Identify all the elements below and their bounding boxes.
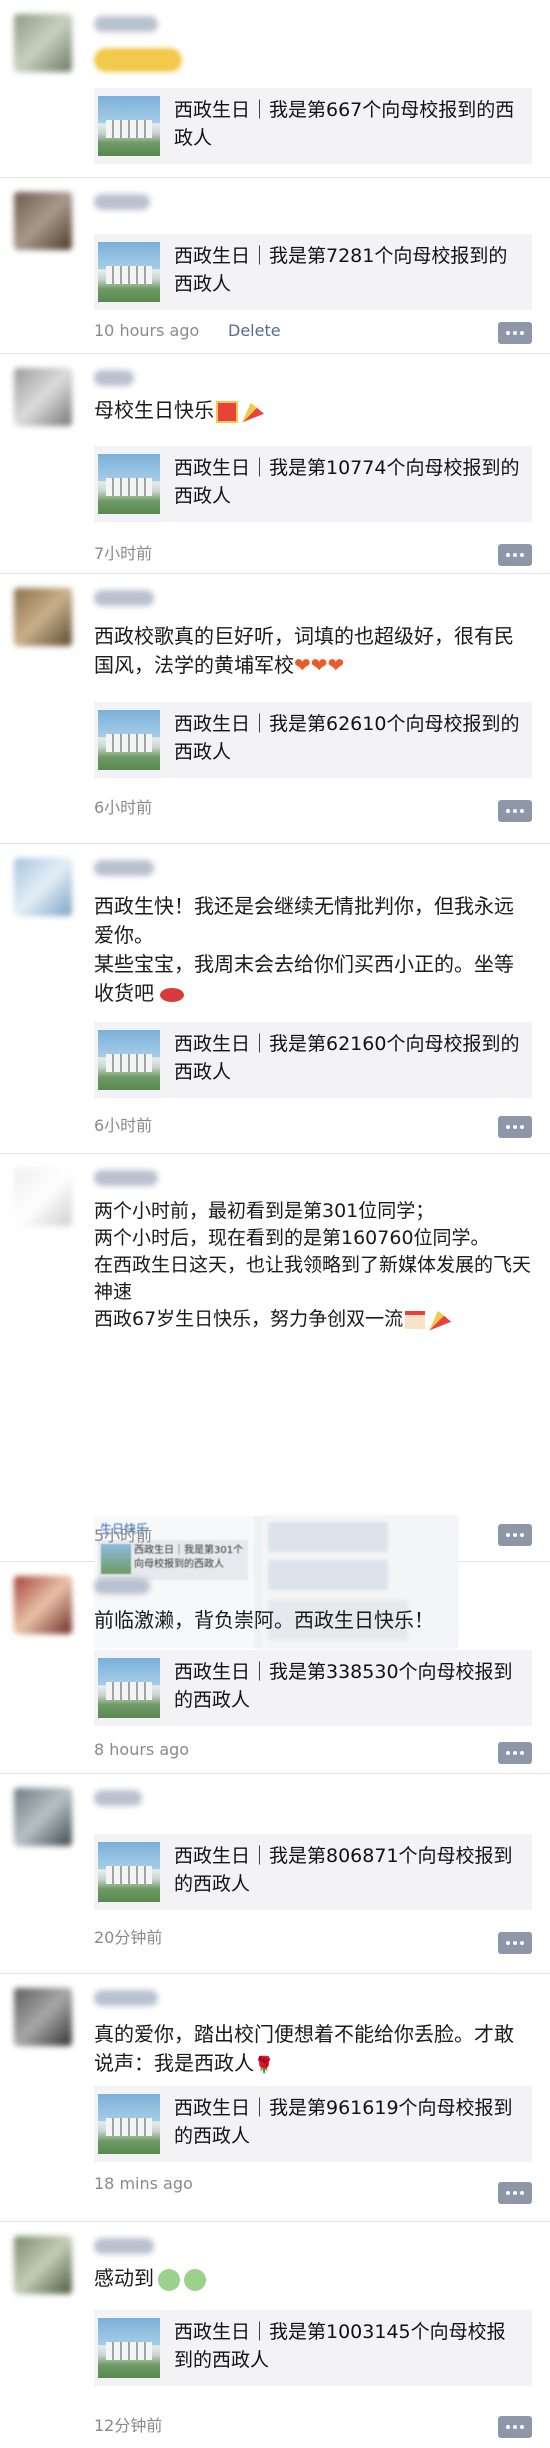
- post-text: 感动到: [94, 2264, 532, 2293]
- card-title: 西政生日｜我是第10774个向母校报到的西政人: [174, 457, 520, 507]
- shared-link-card[interactable]: 西政生日｜我是第1003145个向母校报到的西政人: [94, 2310, 532, 2386]
- post-1: 西政生日｜我是第7281个向母校报到的西政人 10 hours ago Dele…: [0, 178, 550, 354]
- username-blurred[interactable]: [94, 194, 150, 210]
- post-9: 感动到 西政生日｜我是第1003145个向母校报到的西政人 12分钟前: [0, 2222, 550, 2448]
- card-title: 西政生日｜我是第961619个向母校报到的西政人: [174, 2097, 513, 2147]
- reaction-emojis-blurred: [94, 48, 182, 72]
- timestamp: 5小时前: [94, 1526, 153, 1545]
- post-2: 母校生日快乐 西政生日｜我是第10774个向母校报到的西政人 7小时前: [0, 354, 550, 574]
- card-title: 西政生日｜我是第667个向母校报到的西政人: [174, 99, 515, 149]
- more-options-button[interactable]: [498, 1932, 532, 1954]
- username-blurred[interactable]: [94, 370, 134, 386]
- rose-emoji: 🌹: [254, 2055, 274, 2074]
- campus-thumbnail: [98, 1030, 160, 1090]
- timestamp: 10 hours ago: [94, 321, 200, 340]
- avatar[interactable]: [14, 2236, 72, 2294]
- more-options-button[interactable]: [498, 1116, 532, 1138]
- shared-link-card[interactable]: 西政生日｜我是第961619个向母校报到的西政人: [94, 2086, 532, 2162]
- card-title: 西政生日｜我是第338530个向母校报到的西政人: [174, 1661, 513, 1711]
- username-blurred[interactable]: [94, 2238, 154, 2254]
- campus-thumbnail: [98, 242, 160, 302]
- timestamp: 7小时前: [94, 544, 153, 563]
- timestamp: 6小时前: [94, 1116, 153, 1135]
- avatar[interactable]: [14, 1168, 72, 1226]
- more-options-button[interactable]: [498, 544, 532, 566]
- post-text: 母校生日快乐: [94, 396, 532, 425]
- post-8: 真的爱你，踏出校门便想着不能给你丢脸。才敢说声：我是西政人🌹 西政生日｜我是第9…: [0, 1974, 550, 2222]
- post-6: 前临激濑，背负崇阿。西政生日快乐！ 西政生日｜我是第338530个向母校报到的西…: [0, 1562, 550, 1774]
- post-text: 前临激濑，背负崇阿。西政生日快乐！: [94, 1608, 434, 1632]
- shared-link-card[interactable]: 西政生日｜我是第7281个向母校报到的西政人: [94, 234, 532, 310]
- more-options-button[interactable]: [498, 322, 532, 344]
- card-title: 西政生日｜我是第806871个向母校报到的西政人: [174, 1845, 513, 1895]
- avatar[interactable]: [14, 1988, 72, 2046]
- card-title: 西政生日｜我是第62160个向母校报到的西政人: [174, 1033, 520, 1083]
- shared-link-card[interactable]: 西政生日｜我是第338530个向母校报到的西政人: [94, 1650, 532, 1726]
- username-blurred[interactable]: [94, 1990, 158, 2006]
- more-options-button[interactable]: [498, 2416, 532, 2438]
- campus-thumbnail: [98, 2318, 160, 2378]
- screenshot-blur-block: [268, 1522, 388, 1552]
- shared-link-card[interactable]: 西政生日｜我是第667个向母校报到的西政人: [94, 88, 532, 164]
- timestamp: 12分钟前: [94, 2416, 163, 2435]
- post-text: 真的爱你，踏出校门便想着不能给你丢脸。才敢说声：我是西政人🌹: [94, 2022, 514, 2075]
- card-title: 西政生日｜我是第62610个向母校报到的西政人: [174, 713, 520, 763]
- party-popper-emoji: [242, 402, 264, 423]
- card-title: 西政生日｜我是第1003145个向母校报到的西政人: [174, 2321, 506, 2371]
- avatar[interactable]: [14, 858, 72, 916]
- post-5: 两个小时前，最初看到是第301位同学； 两个小时后，现在看到的是第160760位…: [0, 1154, 550, 1648]
- shared-link-card[interactable]: 西政生日｜我是第62610个向母校报到的西政人: [94, 702, 532, 778]
- more-options-button[interactable]: [498, 800, 532, 822]
- post-4: 西政生快！我还是会继续无情批判你，但我永远爱你。 某些宝宝，我周末会去给你们买西…: [0, 844, 550, 1154]
- campus-thumbnail: [98, 1658, 160, 1718]
- timestamp: 18 mins ago: [94, 2174, 193, 2193]
- party-popper-emoji: [429, 1310, 452, 1331]
- campus-thumbnail: [98, 96, 160, 156]
- username-blurred[interactable]: [94, 590, 154, 606]
- post-0: 西政生日｜我是第667个向母校报到的西政人: [0, 0, 550, 178]
- more-options-button[interactable]: [498, 1524, 532, 1546]
- shared-link-card[interactable]: 西政生日｜我是第62160个向母校报到的西政人: [94, 1022, 532, 1098]
- post-text: 西政生快！我还是会继续无情批判你，但我永远爱你。 某些宝宝，我周末会去给你们买西…: [94, 894, 514, 1005]
- username-blurred[interactable]: [94, 1790, 142, 1806]
- campus-thumbnail: [98, 1842, 160, 1902]
- username-blurred[interactable]: [94, 1170, 158, 1186]
- avatar[interactable]: [14, 14, 72, 72]
- timestamp: 20分钟前: [94, 1928, 163, 1947]
- avatar[interactable]: [14, 368, 72, 426]
- gift-emoji: [216, 400, 238, 423]
- crying-face-emoji: [184, 2268, 206, 2291]
- post-3: 西政校歌真的巨好听，词填的也超级好，很有民国风，法学的黄埔军校❤❤❤ 西政生日｜…: [0, 574, 550, 844]
- post-text: 西政校歌真的巨好听，词填的也超级好，很有民国风，法学的黄埔军校❤❤❤: [94, 624, 514, 677]
- campus-thumbnail: [98, 454, 160, 514]
- username-blurred[interactable]: [94, 860, 154, 876]
- username-blurred[interactable]: [94, 1578, 150, 1594]
- post-7: 西政生日｜我是第806871个向母校报到的西政人 20分钟前: [0, 1774, 550, 1974]
- timestamp: 6小时前: [94, 798, 153, 817]
- card-title: 西政生日｜我是第7281个向母校报到的西政人: [174, 245, 508, 295]
- lips-emoji: [160, 987, 185, 1002]
- username-blurred[interactable]: [94, 16, 158, 32]
- shared-link-card[interactable]: 西政生日｜我是第10774个向母校报到的西政人: [94, 446, 532, 522]
- cake-emoji: [405, 1310, 426, 1329]
- timestamp: 8 hours ago: [94, 1740, 190, 1759]
- avatar[interactable]: [14, 1576, 72, 1634]
- campus-thumbnail: [98, 710, 160, 770]
- avatar[interactable]: [14, 192, 72, 250]
- more-options-button[interactable]: [498, 1742, 532, 1764]
- moments-feed: 西政生日｜我是第667个向母校报到的西政人 西政生日｜我是第7281个向母校报到…: [0, 0, 550, 2448]
- more-options-button[interactable]: [498, 2182, 532, 2204]
- avatar[interactable]: [14, 588, 72, 646]
- campus-thumbnail: [98, 2094, 160, 2154]
- delete-link[interactable]: Delete: [228, 321, 281, 340]
- shared-link-card[interactable]: 西政生日｜我是第806871个向母校报到的西政人: [94, 1834, 532, 1910]
- avatar[interactable]: [14, 1788, 72, 1846]
- heart-emoji: ❤❤❤: [294, 653, 345, 677]
- post-text: 两个小时前，最初看到是第301位同学； 两个小时后，现在看到的是第160760位…: [94, 1200, 532, 1331]
- crying-face-emoji: [158, 2268, 180, 2291]
